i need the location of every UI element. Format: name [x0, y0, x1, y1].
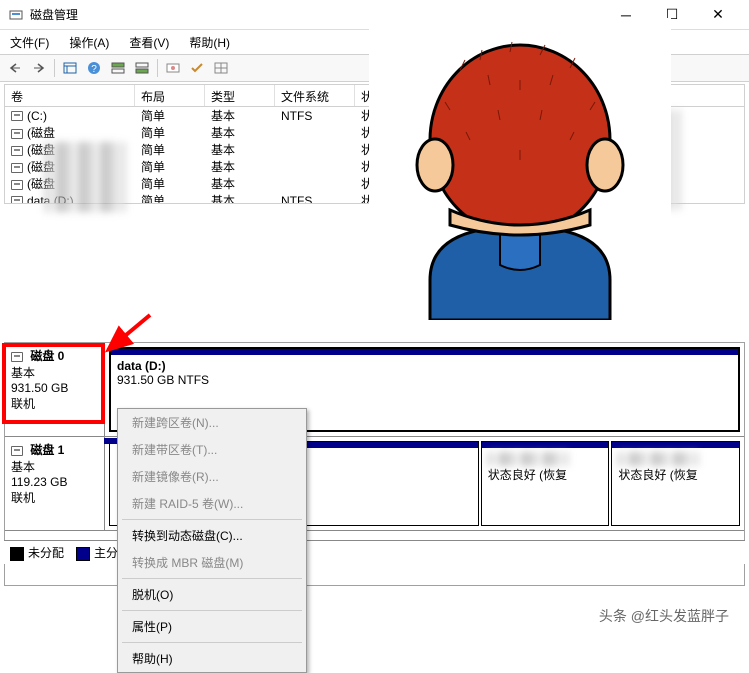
menu-properties[interactable]: 属性(P) — [118, 613, 306, 640]
context-menu: 新建跨区卷(N)... 新建带区卷(T)... 新建镜像卷(R)... 新建 R… — [117, 408, 307, 673]
menu-help[interactable]: 帮助(H) — [118, 645, 306, 672]
disk0-name: 磁盘 0 — [30, 349, 64, 363]
disk0-size: 931.50 GB — [11, 381, 68, 395]
menu-new-raid5: 新建 RAID-5 卷(W)... — [118, 490, 306, 517]
disk0-label[interactable]: 磁盘 0 基本 931.50 GB 联机 — [5, 343, 105, 436]
menu-new-striped: 新建带区卷(T)... — [118, 436, 306, 463]
col-layout[interactable]: 布局 — [135, 85, 205, 106]
col-volume[interactable]: 卷 — [5, 85, 135, 106]
menu-new-spanned: 新建跨区卷(N)... — [118, 409, 306, 436]
menu-view[interactable]: 查看(V) — [123, 32, 175, 53]
close-button[interactable]: ✕ — [695, 0, 741, 30]
cartoon-overlay — [369, 18, 671, 320]
refresh-button[interactable] — [162, 57, 184, 79]
col-filesystem[interactable]: 文件系统 — [275, 85, 355, 106]
partition-status: 状态良好 (恢复 — [618, 468, 697, 482]
disk1-label[interactable]: 磁盘 1 基本 119.23 GB 联机 — [5, 437, 105, 530]
swatch-unallocated — [10, 547, 24, 561]
disk1-partition-recovery1[interactable]: 状态良好 (恢复 — [481, 441, 610, 526]
menu-offline[interactable]: 脱机(O) — [118, 581, 306, 608]
partition-status: 状态良好 (恢复 — [488, 468, 567, 482]
legend-unallocated: 未分配 — [28, 546, 64, 560]
disk-row-0[interactable]: 磁盘 0 基本 931.50 GB 联机 data (D:) 931.50 GB… — [5, 343, 744, 437]
disk1-type: 基本 — [11, 460, 35, 474]
disk0-status: 联机 — [11, 397, 35, 411]
legend: 未分配 主分区 — [4, 540, 745, 564]
disk-icon — [11, 446, 23, 456]
menu-convert-dynamic[interactable]: 转换到动态磁盘(C)... — [118, 522, 306, 549]
disk0-type: 基本 — [11, 366, 35, 380]
view-list-button[interactable] — [59, 57, 81, 79]
app-icon — [8, 7, 24, 23]
disk1-name: 磁盘 1 — [30, 443, 64, 457]
help-button[interactable]: ? — [83, 57, 105, 79]
menu-action[interactable]: 操作(A) — [63, 32, 115, 53]
menu-convert-mbr: 转换成 MBR 磁盘(M) — [118, 549, 306, 576]
forward-button[interactable] — [28, 57, 50, 79]
check-button[interactable] — [186, 57, 208, 79]
partition-info: 931.50 GB NTFS — [117, 373, 209, 387]
back-button[interactable] — [4, 57, 26, 79]
disk-row-1[interactable]: 磁盘 1 基本 119.23 GB 联机 40 GB NTFS 良好 (启动, … — [5, 437, 744, 531]
swatch-primary — [76, 547, 90, 561]
grid-button[interactable] — [210, 57, 232, 79]
menu-file[interactable]: 文件(F) — [4, 32, 55, 53]
svg-text:?: ? — [91, 64, 97, 75]
view-top-button[interactable] — [107, 57, 129, 79]
view-bottom-button[interactable] — [131, 57, 153, 79]
partition-name: data (D:) — [117, 359, 166, 373]
watermark: 头条 @红头发蓝胖子 — [599, 606, 729, 626]
disk1-size: 119.23 GB — [11, 475, 67, 489]
col-type[interactable]: 类型 — [205, 85, 275, 106]
menu-help[interactable]: 帮助(H) — [183, 32, 236, 53]
disk1-status: 联机 — [11, 491, 35, 505]
disk1-partition-recovery2[interactable]: 状态良好 (恢复 — [611, 441, 740, 526]
menu-new-mirror: 新建镜像卷(R)... — [118, 463, 306, 490]
disk-icon — [11, 352, 23, 362]
